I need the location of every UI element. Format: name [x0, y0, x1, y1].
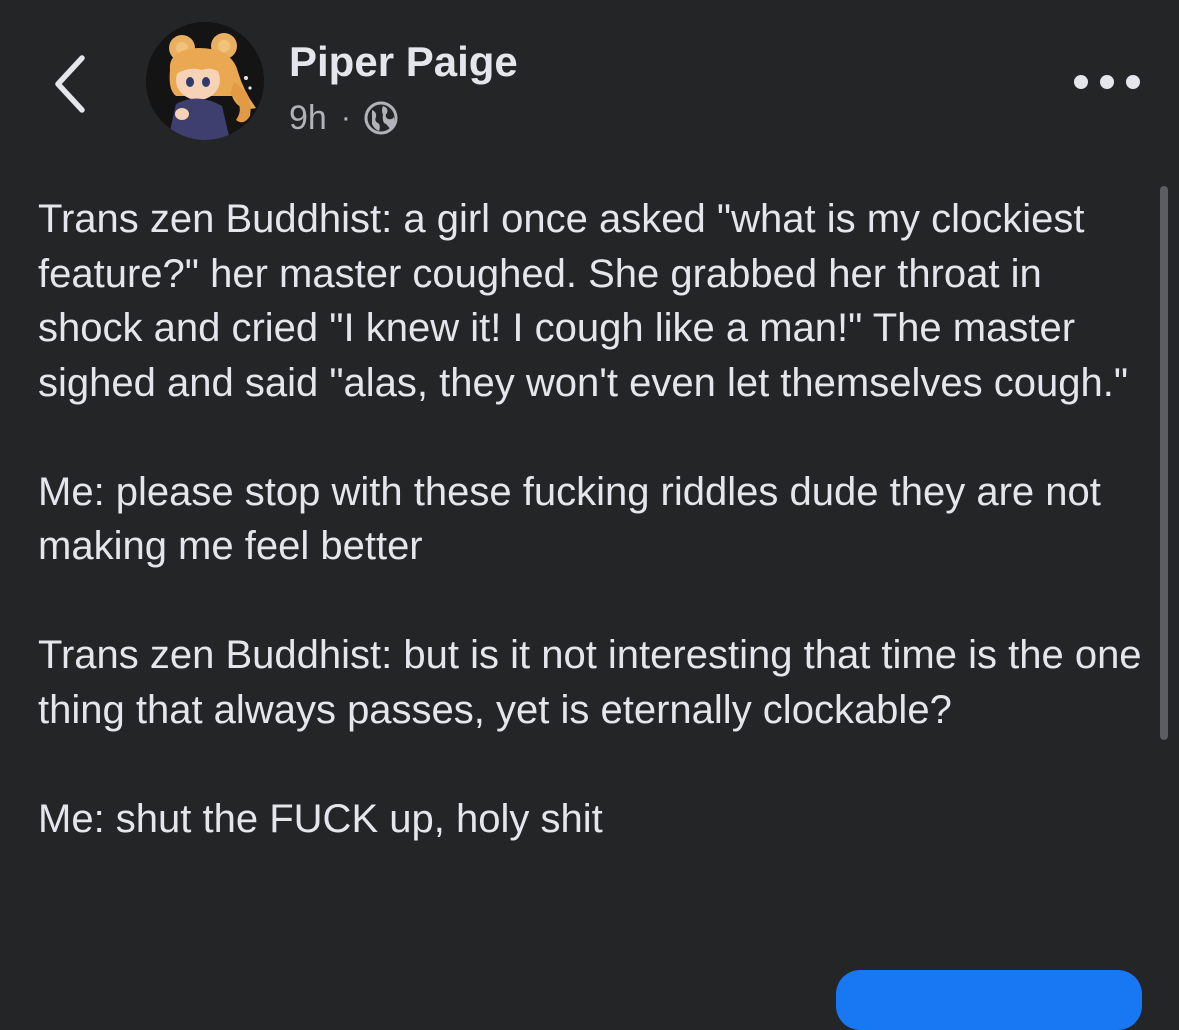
more-horizontal-icon-dot — [1100, 75, 1114, 89]
chevron-left-icon — [55, 55, 85, 113]
more-horizontal-icon-dot — [1126, 75, 1140, 89]
more-horizontal-icon-dot — [1074, 75, 1088, 89]
post-meta: 9h · — [289, 96, 399, 140]
post-paragraph: Me: please stop with these fucking riddl… — [38, 469, 1101, 569]
author-name[interactable]: Piper Paige — [289, 36, 518, 88]
post-paragraph: Trans zen Buddhist: a girl once asked "w… — [38, 197, 1129, 405]
avatar[interactable] — [146, 22, 264, 140]
action-button[interactable] — [836, 970, 1142, 1030]
globe-icon[interactable] — [363, 100, 399, 136]
back-button[interactable] — [44, 46, 100, 116]
post-body: Trans zen Buddhist: a girl once asked "w… — [38, 192, 1148, 846]
post-paragraph: Me: shut the FUCK up, holy shit — [38, 796, 603, 841]
avatar-illustration — [146, 22, 264, 140]
meta-separator: · — [340, 101, 351, 134]
post-timestamp[interactable]: 9h — [289, 96, 327, 140]
post-paragraph: Trans zen Buddhist: but is it not intere… — [38, 633, 1142, 732]
scrollbar[interactable] — [1160, 186, 1168, 740]
more-options-button[interactable] — [1074, 62, 1140, 102]
